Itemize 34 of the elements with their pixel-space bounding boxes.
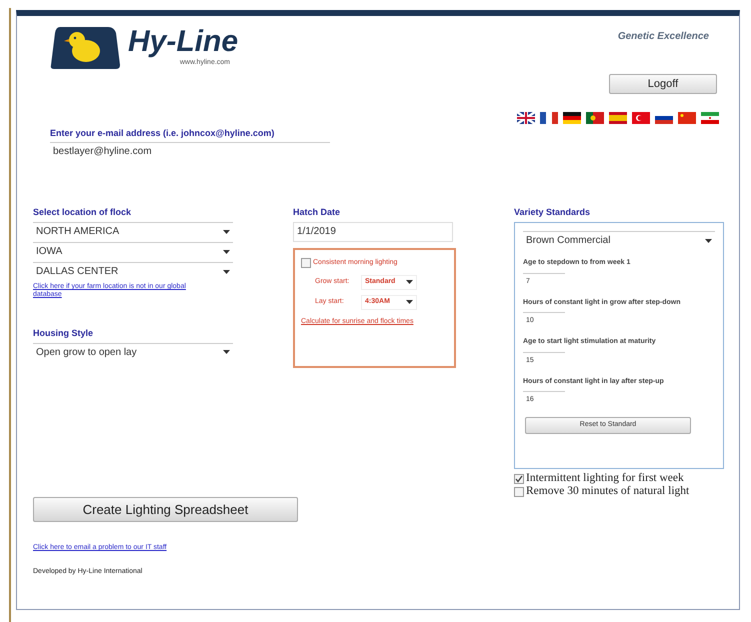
checkbox[interactable] <box>301 258 311 268</box>
uk-flag-icon[interactable] <box>517 112 535 124</box>
email-label: Enter your e-mail address (i.e. johncox@hyline.com) <box>50 127 276 140</box>
brand-name: Hy-Line <box>128 26 238 58</box>
caret-icon <box>406 280 413 284</box>
caret-icon <box>223 250 230 254</box>
checkbox[interactable] <box>514 474 524 484</box>
variety-label: Variety Standards <box>514 206 592 219</box>
option-label: Intermittent lighting for first week <box>526 470 684 486</box>
france-flag-icon[interactable] <box>540 112 558 124</box>
caret-icon <box>223 270 230 274</box>
option-label: Remove 30 minutes of natural light <box>526 484 690 499</box>
hatch-date-field[interactable]: 1/1/2019 <box>293 222 453 242</box>
caret-icon <box>406 300 413 304</box>
hatch-date-label: Hatch Date <box>293 206 342 218</box>
variety-dropdown[interactable]: Brown Commercial <box>523 231 715 249</box>
turkey-flag-icon[interactable] <box>632 112 650 124</box>
germany-flag-icon[interactable] <box>563 112 581 124</box>
chick-logo-icon <box>50 25 120 69</box>
location-label: Select location of flock <box>33 206 132 218</box>
tagline: Genetic Excellence <box>618 30 709 44</box>
caret-icon <box>223 230 230 234</box>
checkbox[interactable] <box>514 486 524 496</box>
logoff-button[interactable]: Logoff <box>609 74 717 94</box>
dropdown[interactable]: Open grow to open lay <box>33 342 233 360</box>
caret-icon <box>223 350 230 354</box>
portugal-flag-icon[interactable] <box>586 112 604 124</box>
email-field[interactable]: bestlayer@hyline.com <box>50 142 330 160</box>
create-spreadsheet-button[interactable]: Create Lighting Spreadsheet <box>33 497 298 522</box>
spain-flag-icon[interactable] <box>609 112 627 124</box>
caret-icon <box>705 238 712 242</box>
iran-flag-icon[interactable] <box>701 112 719 124</box>
china-flag-icon[interactable] <box>678 112 696 124</box>
housing-label: Housing Style <box>33 327 94 340</box>
